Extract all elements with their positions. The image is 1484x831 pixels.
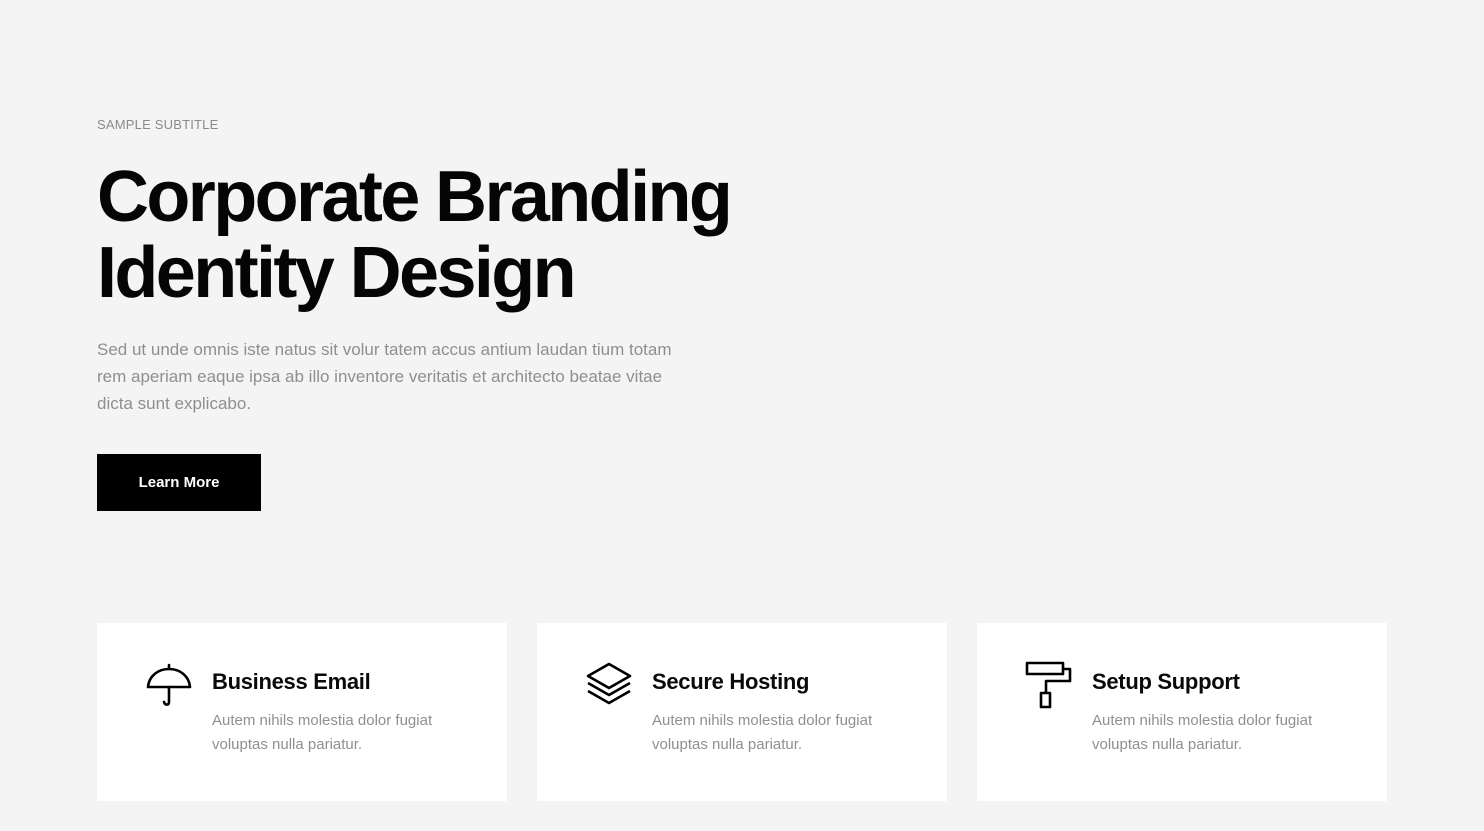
feature-card-setup-support: Setup Support Autem nihils molestia dolo… <box>977 623 1387 801</box>
hero-subtitle: SAMPLE SUBTITLE <box>97 117 219 132</box>
feature-description: Autem nihils molestia dolor fugiat volup… <box>212 712 433 753</box>
hero-title-line-2: Identity Design <box>97 233 577 313</box>
feature-title: Secure Hosting <box>652 669 810 694</box>
feature-card-business-email: Business Email Autem nihils molestia dol… <box>97 623 507 801</box>
layers-icon <box>585 661 633 709</box>
feature-card-secure-hosting: Secure Hosting Autem nihils molestia dol… <box>537 623 947 801</box>
feature-title: Business Email <box>212 669 371 694</box>
hero-section: SAMPLE SUBTITLE Corporate Branding Ident… <box>97 117 797 511</box>
hero-title-line-1: Corporate Branding <box>97 157 733 237</box>
features-section: Business Email Autem nihils molestia dol… <box>97 623 1387 801</box>
feature-description: Autem nihils molestia dolor fugiat volup… <box>1092 712 1313 753</box>
page: SAMPLE SUBTITLE Corporate Branding Ident… <box>0 0 1484 831</box>
paint-roller-icon <box>1025 661 1073 709</box>
feature-description: Autem nihils molestia dolor fugiat volup… <box>652 712 873 753</box>
hero-title: Corporate Branding Identity Design <box>97 159 797 311</box>
learn-more-button[interactable]: Learn More <box>97 454 261 511</box>
hero-description: Sed ut unde omnis iste natus sit volur t… <box>97 340 672 413</box>
umbrella-icon <box>145 661 193 709</box>
feature-title: Setup Support <box>1092 669 1240 694</box>
